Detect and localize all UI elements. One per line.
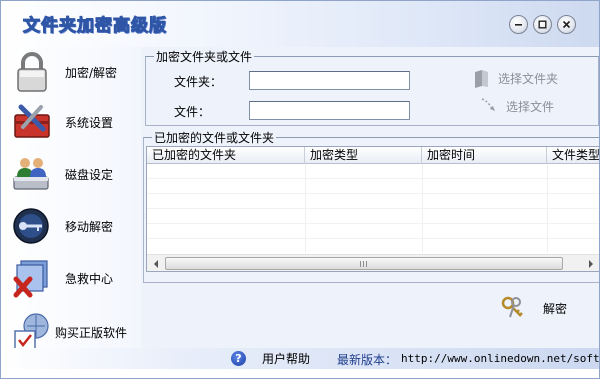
disk-users-icon xyxy=(13,158,49,190)
column-header-folder[interactable]: 已加密的文件夹 xyxy=(147,147,305,164)
sidebar-item-system-settings[interactable]: 系统设置 xyxy=(9,99,139,145)
status-bar: ? 用户帮助 最新版本： http://www.onlinedown.net/s… xyxy=(1,348,599,369)
rescue-icon xyxy=(13,260,48,298)
sidebar-item-encrypt-decrypt[interactable]: 加密/解密 xyxy=(9,49,139,95)
column-divider xyxy=(305,164,306,253)
horizontal-scrollbar[interactable] xyxy=(147,254,599,271)
restore-icon xyxy=(538,20,547,29)
scroll-left-button[interactable] xyxy=(148,256,164,271)
decrypt-label: 解密 xyxy=(543,301,568,316)
sidebar-item-label: 购买正版软件 xyxy=(55,326,128,340)
grip-icon xyxy=(360,260,368,267)
folder-input[interactable] xyxy=(249,71,410,90)
list-body[interactable] xyxy=(147,164,599,253)
bottom-strip xyxy=(1,369,599,378)
minimize-button[interactable] xyxy=(509,15,528,34)
title-bar[interactable]: 文件夹加密高级版 xyxy=(1,1,599,47)
padlock-icon xyxy=(17,52,47,92)
toolbox-icon xyxy=(14,104,50,138)
sidebar-item-disk-settings[interactable]: 磁盘设定 xyxy=(9,151,139,197)
file-input[interactable] xyxy=(249,101,410,120)
choose-folder-label: 选择文件夹 xyxy=(498,71,559,86)
column-divider xyxy=(422,164,423,253)
help-icon: ? xyxy=(231,351,246,366)
list-header: 已加密的文件夹 加密类型 加密时间 文件类型 xyxy=(147,147,599,164)
file-arrow-icon xyxy=(481,98,495,111)
sidebar: 加密/解密 系统设置 磁盘设定 移动解密 急救中心 购买正版软件 xyxy=(1,47,141,350)
choose-folder-button[interactable]: 选择文件夹 xyxy=(472,67,558,89)
sidebar-item-rescue-center[interactable]: 急救中心 xyxy=(9,255,139,301)
version-label: 最新版本： xyxy=(337,353,398,367)
minimize-icon xyxy=(515,24,522,26)
sidebar-item-label: 急救中心 xyxy=(65,272,114,286)
folder-label: 文件夹： xyxy=(174,75,223,89)
maximize-button[interactable] xyxy=(533,15,552,34)
sidebar-item-mobile-decrypt[interactable]: 移动解密 xyxy=(9,203,139,249)
sidebar-item-label: 系统设置 xyxy=(65,116,114,130)
column-header-type[interactable]: 加密类型 xyxy=(305,147,422,164)
sidebar-item-label: 磁盘设定 xyxy=(65,168,114,182)
encrypted-list[interactable]: 已加密的文件夹 加密类型 加密时间 文件类型 xyxy=(146,146,599,272)
encrypted-group: 已加密的文件或文件夹 已加密的文件夹 加密类型 加密时间 文件类型 xyxy=(143,129,599,283)
app-window: 文件夹加密高级版 加密/解密 系统设置 磁盘设定 移动解密 急救中心 购买正版软… xyxy=(0,0,600,379)
column-header-filetype[interactable]: 文件类型 xyxy=(547,147,599,164)
scroll-right-button[interactable] xyxy=(583,256,599,271)
encrypt-group: 加密文件夹或文件 文件夹： 文件： 选择文件夹 选择文件 xyxy=(145,48,599,126)
purchase-icon xyxy=(14,313,49,350)
column-header-time[interactable]: 加密时间 xyxy=(422,147,547,164)
sidebar-item-label: 加密/解密 xyxy=(65,66,118,80)
close-button[interactable] xyxy=(557,15,576,34)
close-icon xyxy=(562,20,571,29)
choose-file-button[interactable]: 选择文件 xyxy=(480,97,554,115)
arrow-right-icon xyxy=(589,259,593,268)
help-button[interactable]: ? 用户帮助 xyxy=(231,350,310,367)
arrow-left-icon xyxy=(154,259,158,268)
keys-icon xyxy=(501,296,523,318)
window-title: 文件夹加密高级版 xyxy=(23,16,167,37)
file-label: 文件： xyxy=(174,105,211,119)
choose-file-label: 选择文件 xyxy=(506,99,555,114)
column-divider xyxy=(547,164,548,253)
sidebar-item-label: 移动解密 xyxy=(65,220,114,234)
decrypt-button[interactable]: 解密 xyxy=(500,295,567,321)
encrypt-group-legend: 加密文件夹或文件 xyxy=(154,48,255,65)
scroll-thumb[interactable] xyxy=(165,257,563,270)
help-label: 用户帮助 xyxy=(262,352,311,366)
main-panel: 加密文件夹或文件 文件夹： 文件： 选择文件夹 选择文件 已加密的文件或文件夹 … xyxy=(142,47,599,348)
folder-icon xyxy=(475,70,488,88)
key-disc-icon xyxy=(13,208,49,244)
version-link[interactable]: http://www.onlinedown.net/soft/10 xyxy=(401,352,599,365)
encrypted-group-legend: 已加密的文件或文件夹 xyxy=(152,129,277,146)
